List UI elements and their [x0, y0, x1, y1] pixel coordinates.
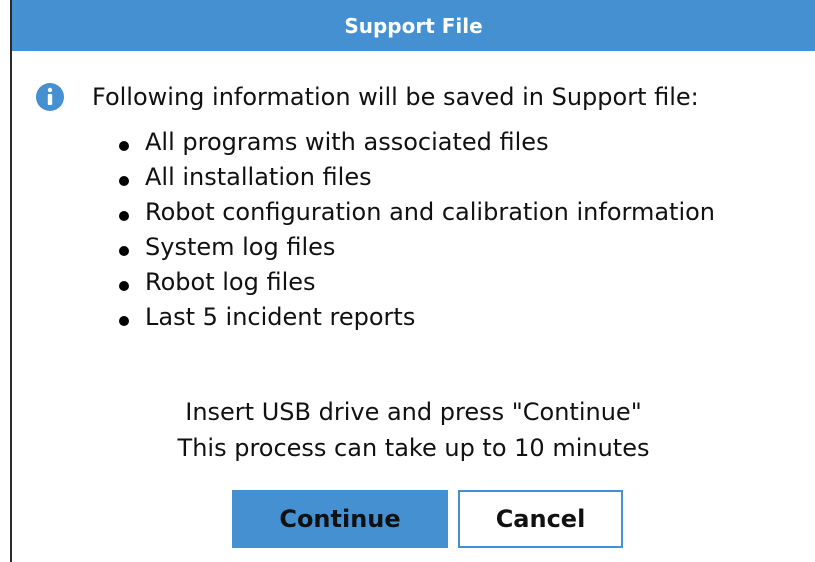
list-item: All programs with associated files	[117, 124, 715, 159]
list-item-label: All installation files	[145, 162, 372, 191]
bullet-icon	[119, 315, 129, 326]
instruction-line-1: Insert USB drive and press "Continue"	[185, 398, 642, 426]
list-item-label: Robot configuration and calibration info…	[145, 197, 716, 226]
support-file-dialog: Support File Following information will …	[10, 0, 815, 562]
bullet-icon	[119, 175, 129, 186]
info-row: Following information will be saved in S…	[36, 80, 699, 114]
saved-items-list: All programs with associated files All i…	[117, 124, 715, 334]
list-item-label: Last 5 incident reports	[145, 302, 416, 331]
instruction-line-2: This process can take up to 10 minutes	[177, 434, 650, 462]
info-message: Following information will be saved in S…	[92, 83, 699, 111]
bullet-icon	[119, 245, 129, 256]
info-icon	[36, 83, 64, 111]
bullet-icon	[119, 280, 129, 291]
dialog-title: Support File	[12, 0, 815, 51]
dialog-buttons: Continue Cancel	[232, 490, 623, 548]
list-item: Last 5 incident reports	[117, 299, 715, 334]
list-item-label: Robot log files	[145, 267, 316, 296]
cancel-button[interactable]: Cancel	[458, 490, 623, 548]
list-item: Robot configuration and calibration info…	[117, 194, 715, 229]
continue-button[interactable]: Continue	[232, 490, 448, 548]
list-item-label: System log files	[145, 232, 336, 261]
instructions: Insert USB drive and press "Continue" Th…	[12, 394, 815, 466]
bullet-icon	[119, 210, 129, 221]
list-item: System log files	[117, 229, 715, 264]
list-item-label: All programs with associated files	[145, 127, 549, 156]
bullet-icon	[119, 140, 129, 151]
list-item: All installation files	[117, 159, 715, 194]
list-item: Robot log files	[117, 264, 715, 299]
